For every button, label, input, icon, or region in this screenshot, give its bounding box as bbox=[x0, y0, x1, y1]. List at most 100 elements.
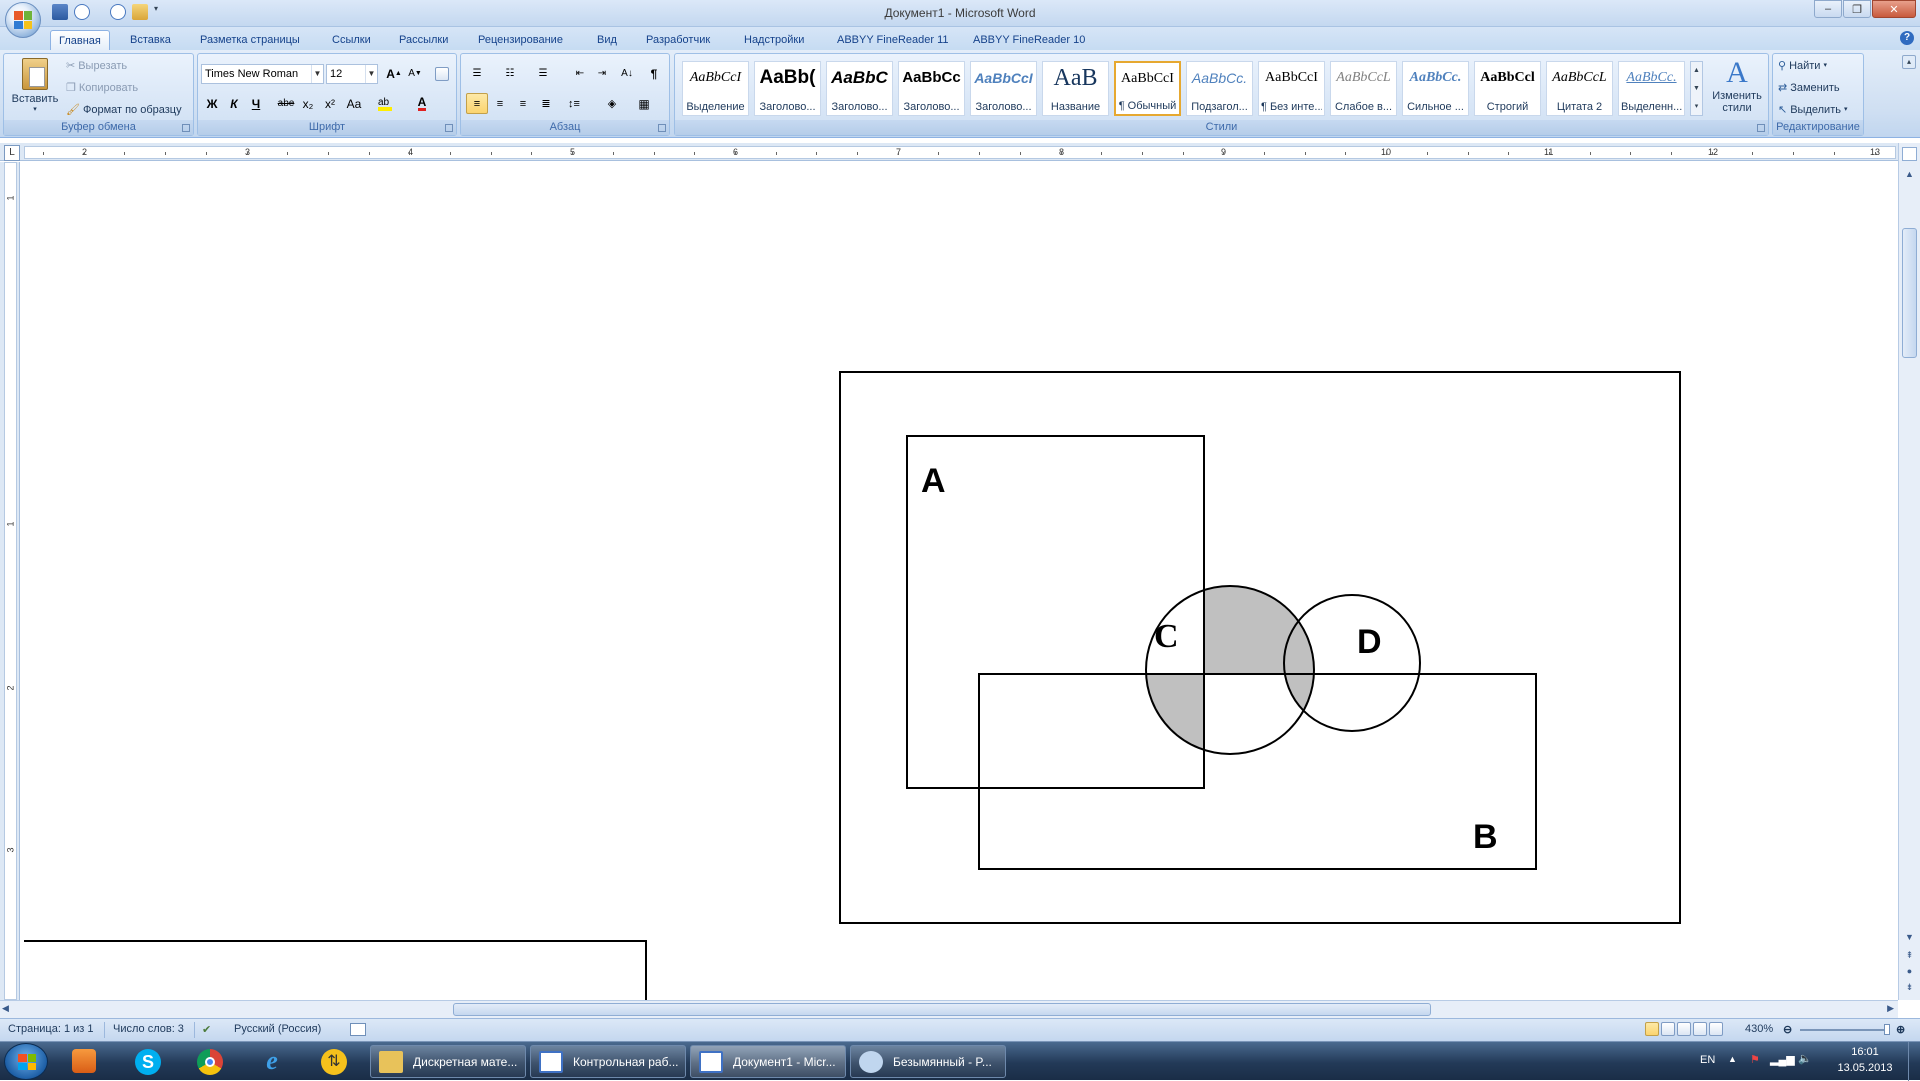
skype-icon[interactable]: S bbox=[122, 1045, 174, 1078]
style-tile[interactable]: AaBbCcI Выделение bbox=[682, 61, 749, 116]
align-right-button[interactable]: ≡ bbox=[512, 93, 534, 114]
clear-format-button[interactable] bbox=[431, 63, 453, 84]
justify-button[interactable]: ≣ bbox=[535, 93, 557, 114]
taskbar-item-discrete-math[interactable]: Дискретная мате... bbox=[370, 1045, 526, 1078]
help-icon[interactable]: ? bbox=[1900, 31, 1914, 45]
taskbar-item-control-work[interactable]: Контрольная раб... bbox=[530, 1045, 686, 1078]
tab-mailings[interactable]: Рассылки bbox=[391, 30, 456, 51]
style-tile[interactable]: AaBb(Заголово... bbox=[754, 61, 821, 116]
font-color-button[interactable]: A bbox=[411, 93, 433, 114]
input-language[interactable]: EN bbox=[1700, 1054, 1715, 1066]
previous-page-icon[interactable]: ⇞ bbox=[1902, 948, 1917, 962]
zoom-out-icon[interactable]: ⊖ bbox=[1783, 1023, 1792, 1036]
print-layout-icon[interactable] bbox=[1645, 1022, 1659, 1036]
borders-button[interactable]: ▦ bbox=[633, 93, 655, 114]
vertical-scrollbar[interactable]: ▲ ▼ ⇞ ● ⇟ bbox=[1898, 143, 1920, 1000]
media-player-icon[interactable] bbox=[58, 1045, 110, 1078]
style-tile[interactable]: AaBbCcL Цитата 2 bbox=[1546, 61, 1613, 116]
scroll-up-icon[interactable]: ▲ bbox=[1902, 167, 1917, 181]
paragraph-launcher[interactable] bbox=[658, 124, 666, 132]
zoom-slider[interactable] bbox=[1800, 1024, 1890, 1035]
tab-review[interactable]: Рецензирование bbox=[470, 30, 571, 51]
network-icon[interactable]: ▂▄▆ bbox=[1770, 1053, 1795, 1066]
proofing-icon[interactable]: ✔ bbox=[202, 1023, 211, 1036]
align-center-button[interactable]: ≡ bbox=[489, 93, 511, 114]
style-tile[interactable]: AaBbCc. Сильное ... bbox=[1402, 61, 1469, 116]
web-layout-icon[interactable] bbox=[1677, 1022, 1691, 1036]
show-marks-button[interactable]: ¶ bbox=[643, 63, 665, 84]
scroll-down-icon[interactable]: ▼ bbox=[1902, 930, 1917, 944]
tab-abbyy-10[interactable]: ABBYY FineReader 10 bbox=[965, 30, 1093, 51]
clock-time[interactable]: 16:01 bbox=[1835, 1046, 1895, 1058]
set-a-rect[interactable] bbox=[906, 435, 1205, 789]
numbering-button[interactable]: ☷ bbox=[499, 63, 521, 84]
decrease-indent-button[interactable]: ⇤ bbox=[569, 63, 591, 84]
chevron-down-icon[interactable]: ▼ bbox=[365, 65, 377, 83]
language-status[interactable]: Русский (Россия) bbox=[234, 1023, 321, 1035]
zoom-in-icon[interactable]: ⊕ bbox=[1896, 1023, 1905, 1036]
change-styles-button[interactable]: A Изменить стили bbox=[1709, 56, 1765, 120]
draft-view-icon[interactable] bbox=[1709, 1022, 1723, 1036]
multilevel-list-button[interactable]: ☰ bbox=[532, 63, 554, 84]
style-tile-selected[interactable]: AaBbCcI ¶ Обычный bbox=[1114, 61, 1181, 116]
page-count[interactable]: Страница: 1 из 1 bbox=[8, 1023, 94, 1035]
superscript-button[interactable]: x² bbox=[319, 93, 341, 114]
zoom-level[interactable]: 430% bbox=[1745, 1023, 1773, 1035]
tab-page-layout[interactable]: Разметка страницы bbox=[192, 30, 308, 51]
subscript-button[interactable]: x₂ bbox=[297, 93, 319, 114]
zoom-slider-thumb[interactable] bbox=[1884, 1024, 1890, 1035]
collapse-ribbon-icon[interactable]: ▴ bbox=[1902, 55, 1916, 69]
show-desktop-button[interactable] bbox=[1908, 1042, 1920, 1081]
styles-launcher[interactable] bbox=[1757, 124, 1765, 132]
shrink-font-button[interactable]: A ▼ bbox=[404, 63, 426, 84]
replace-button[interactable]: ⇄ Заменить bbox=[1778, 78, 1840, 98]
align-left-button[interactable]: ≡ bbox=[466, 93, 488, 114]
tab-addins[interactable]: Надстройки bbox=[736, 30, 812, 51]
macro-record-icon[interactable] bbox=[350, 1023, 366, 1036]
close-button[interactable]: ✕ bbox=[1872, 0, 1916, 18]
vertical-scroll-thumb[interactable] bbox=[1902, 228, 1917, 358]
action-center-icon[interactable]: ⚑ bbox=[1750, 1053, 1760, 1066]
strikethrough-button[interactable]: abe bbox=[275, 93, 297, 114]
highlight-button[interactable]: ab bbox=[374, 93, 396, 114]
style-tile[interactable]: AaBbC Заголово... bbox=[826, 61, 893, 116]
ruler-toggle-icon[interactable] bbox=[1902, 147, 1917, 161]
ruler-track[interactable]: 2 3 4 5 6 7 8 9 10 11 12 13 bbox=[24, 146, 1896, 159]
show-hidden-icons-icon[interactable]: ▲ bbox=[1728, 1054, 1737, 1064]
shading-button[interactable]: ◈ bbox=[601, 93, 623, 114]
italic-button[interactable]: К bbox=[223, 93, 245, 114]
document-page[interactable]: A C D B bbox=[21, 162, 1898, 1000]
minimize-button[interactable]: – bbox=[1814, 0, 1842, 18]
style-tile[interactable]: AaBbCc Заголово... bbox=[898, 61, 965, 116]
font-size-combo[interactable]: 12 ▼ bbox=[326, 64, 378, 84]
style-tile[interactable]: AaBbCcI Заголово... bbox=[970, 61, 1037, 116]
select-button[interactable]: ↖ Выделить ▾ bbox=[1778, 100, 1847, 120]
office-button[interactable] bbox=[5, 2, 41, 38]
start-button[interactable] bbox=[4, 1043, 48, 1080]
tab-developer[interactable]: Разработчик bbox=[638, 30, 718, 51]
browse-object-icon[interactable]: ● bbox=[1902, 964, 1917, 978]
format-painter-button[interactable]: 🖌 Формат по образцу bbox=[66, 100, 182, 120]
grow-font-button[interactable]: A ▲ bbox=[383, 63, 405, 84]
style-tile[interactable]: AaBbCc. Выделенн... bbox=[1618, 61, 1685, 116]
clock-date[interactable]: 13.05.2013 bbox=[1830, 1062, 1900, 1074]
styles-gallery-scroll[interactable]: ▲ ▼ ▾ bbox=[1690, 61, 1703, 116]
vruler-track[interactable]: 1 1 2 3 bbox=[4, 162, 17, 1000]
style-tile[interactable]: AaBbCc. Подзагол... bbox=[1186, 61, 1253, 116]
taskbar-item-paint[interactable]: Безымянный - P... bbox=[850, 1045, 1006, 1078]
taskbar-item-document1[interactable]: Документ1 - Micr... bbox=[690, 1045, 846, 1078]
clipboard-launcher[interactable] bbox=[182, 124, 190, 132]
style-tile[interactable]: AaBbCcI ¶ Без инте... bbox=[1258, 61, 1325, 116]
outline-view-icon[interactable] bbox=[1693, 1022, 1707, 1036]
full-screen-reading-icon[interactable] bbox=[1661, 1022, 1675, 1036]
copy-button[interactable]: ❐ Копировать bbox=[66, 78, 138, 98]
horizontal-scroll-thumb[interactable] bbox=[453, 1003, 1431, 1016]
bullets-button[interactable]: ☰ bbox=[466, 63, 488, 84]
change-case-button[interactable]: Aa bbox=[343, 93, 365, 114]
style-tile[interactable]: AaBbCcl Строгий bbox=[1474, 61, 1541, 116]
tab-references[interactable]: Ссылки bbox=[324, 30, 379, 51]
sort-button[interactable]: A↓ bbox=[616, 63, 638, 84]
word-count[interactable]: Число слов: 3 bbox=[113, 1023, 184, 1035]
tab-abbyy-11[interactable]: ABBYY FineReader 11 bbox=[829, 30, 957, 51]
increase-indent-button[interactable]: ⇥ bbox=[591, 63, 613, 84]
